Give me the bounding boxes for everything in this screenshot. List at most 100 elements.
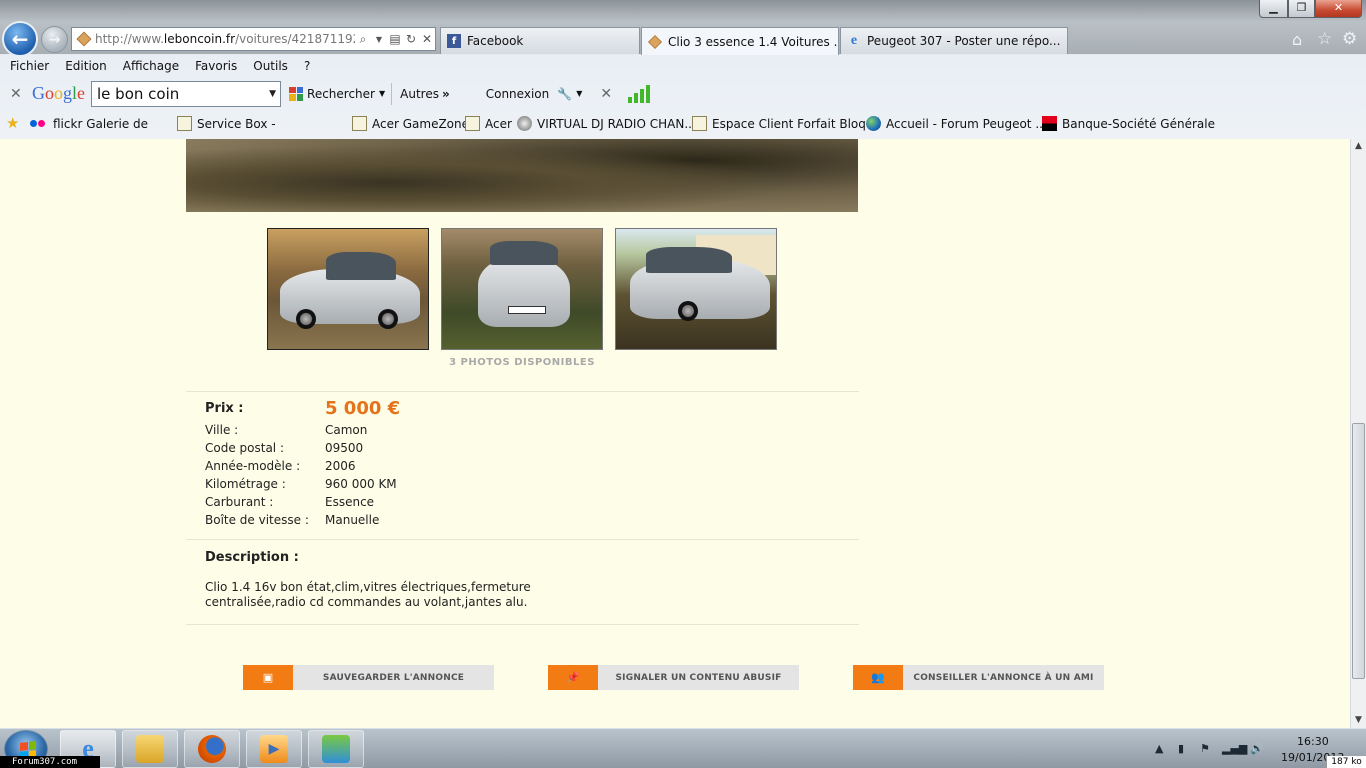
address-bar[interactable]: http://www.leboncoin.fr/voitures/4218711… — [71, 27, 436, 51]
address-url[interactable]: http://www.leboncoin.fr/voitures/4218711… — [95, 32, 355, 46]
size-badge: 187 ko — [1326, 756, 1366, 768]
taskbar-explorer[interactable] — [122, 730, 178, 768]
google-search-box[interactable]: ▼ — [91, 80, 282, 107]
taskbar-media-player[interactable]: ▶ — [246, 730, 302, 768]
car-window — [646, 247, 732, 273]
back-arrow-icon: ← — [11, 27, 29, 51]
car-window — [326, 252, 396, 280]
thumbnail-photo-2[interactable] — [441, 228, 603, 350]
clock-time[interactable]: 16:30 — [1297, 735, 1329, 748]
refresh-icon[interactable]: ↻ — [403, 32, 419, 46]
flickr-icon — [30, 116, 48, 131]
recommend-friend-button[interactable]: 👥 CONSEILLER L'ANNONCE À UN AMI — [853, 665, 1104, 690]
car-body — [478, 257, 570, 327]
car-window — [490, 241, 558, 265]
action-center-flag-icon[interactable]: ⚑ — [1200, 742, 1210, 755]
fav-espace-client[interactable]: Espace Client Forfait Bloqué — [692, 116, 881, 131]
url-domain: leboncoin.fr — [163, 32, 236, 46]
menu-edition[interactable]: Edition — [65, 59, 107, 73]
forward-button[interactable]: → — [41, 26, 68, 53]
fav-service-box[interactable]: Service Box - — [177, 116, 276, 131]
fav-flickr[interactable]: flickr Galerie de — [30, 116, 148, 131]
price-value: 5 000 € — [325, 398, 401, 419]
network-signal-icon[interactable]: ▂▄▆ — [1222, 742, 1247, 755]
taskbar-messenger[interactable] — [308, 730, 364, 768]
save-ad-label: SAUVEGARDER L'ANNONCE — [322, 672, 465, 683]
menu-affichage[interactable]: Affichage — [123, 59, 179, 73]
page-icon — [177, 116, 192, 131]
facebook-icon: f — [447, 34, 461, 48]
stop-icon[interactable]: ✕ — [419, 32, 435, 46]
menu-help[interactable]: ? — [304, 59, 310, 73]
show-hidden-icons-icon[interactable]: ▲ — [1155, 742, 1163, 755]
ie-icon: e — [850, 33, 858, 48]
page-icon — [352, 116, 367, 131]
save-ad-button[interactable]: ▣ SAUVEGARDER L'ANNONCE — [243, 665, 494, 690]
back-button[interactable]: ← — [2, 21, 38, 57]
search-icon[interactable]: ⌕ — [355, 32, 371, 47]
tab-peugeot[interactable]: e Peugeot 307 - Poster une répo... — [840, 27, 1068, 54]
users-icon: 👥 — [853, 665, 903, 690]
detail-value-kilometrage: 960 000 KM — [325, 477, 397, 491]
tools-gear-icon[interactable]: ⚙ — [1342, 29, 1357, 49]
maximize-button[interactable]: ❐ — [1288, 0, 1315, 18]
detail-value-annee: 2006 — [325, 459, 356, 473]
thumbnail-photo-3[interactable] — [615, 228, 777, 350]
wheel — [378, 309, 398, 329]
more-label: Autres — [400, 86, 439, 101]
menu-favoris[interactable]: Favoris — [195, 59, 237, 73]
dropdown-icon[interactable]: ▼ — [371, 35, 387, 44]
report-abuse-button[interactable]: 📌 SIGNALER UN CONTENU ABUSIF — [548, 665, 799, 690]
save-icon: ▣ — [243, 665, 293, 690]
menu-fichier[interactable]: Fichier — [10, 59, 49, 73]
bank-logo-icon — [1042, 116, 1057, 131]
close-icon[interactable]: ✕ — [600, 86, 612, 102]
vertical-scrollbar[interactable]: ▲ ▼ — [1350, 139, 1366, 728]
globe-icon — [866, 116, 881, 131]
fav-label: flickr Galerie de — [53, 116, 149, 131]
recommend-friend-label: CONSEILLER L'ANNONCE À UN AMI — [913, 672, 1094, 683]
scroll-up-arrow-icon[interactable]: ▲ — [1351, 139, 1366, 154]
signin-label: Connexion — [485, 86, 550, 101]
google-search-button[interactable]: Rechercher ▼ — [289, 86, 385, 101]
close-window-button[interactable]: ✕ — [1315, 0, 1362, 18]
minimize-button[interactable]: ▁ — [1259, 0, 1288, 18]
signin-button[interactable]: Connexion — [486, 87, 550, 101]
scroll-thumb[interactable] — [1352, 423, 1365, 679]
description-line: centralisée,radio cd commandes au volant… — [205, 595, 528, 609]
volume-icon[interactable]: 🔊 — [1250, 742, 1264, 755]
tab-facebook[interactable]: f Facebook — [440, 27, 640, 54]
compat-view-icon[interactable]: ▤ — [387, 32, 403, 46]
detail-value-carburant: Essence — [325, 495, 375, 509]
fav-acer[interactable]: Acer — [465, 116, 512, 131]
chevron-down-icon[interactable]: ▼ — [269, 89, 280, 99]
more-button[interactable]: Autres» — [400, 87, 450, 101]
taskbar-firefox[interactable] — [184, 730, 240, 768]
close-toolbar-icon[interactable]: ✕ — [10, 86, 22, 102]
main-car-photo — [186, 139, 858, 212]
wrench-icon[interactable]: 🔧 ▼ — [557, 87, 582, 101]
thumbnail-photo-1[interactable] — [267, 228, 429, 350]
description-text: Clio 1.4 16v bon état,clim,vitres électr… — [205, 580, 565, 610]
divider — [186, 391, 859, 392]
fav-virtual-dj[interactable]: VIRTUAL DJ RADIO CHAN... — [517, 116, 696, 131]
google-search-input[interactable] — [92, 84, 270, 103]
leboncoin-icon — [648, 34, 662, 49]
add-favorite-icon[interactable]: ★ — [6, 116, 26, 131]
fav-label: VIRTUAL DJ RADIO CHAN... — [537, 116, 696, 131]
description-title: Description : — [205, 550, 299, 565]
scroll-down-arrow-icon[interactable]: ▼ — [1351, 713, 1366, 728]
tab-label: Peugeot 307 - Poster une répo... — [867, 34, 1061, 48]
menu-outils[interactable]: Outils — [253, 59, 288, 73]
tab-label: Clio 3 essence 1.4 Voitures ... — [668, 34, 839, 49]
fav-forum-peugeot[interactable]: Accueil - Forum Peugeot ... — [866, 116, 1047, 131]
fav-acer-gamezone[interactable]: Acer GameZone — [352, 116, 469, 131]
detail-value-ville: Camon — [325, 423, 368, 437]
battery-icon[interactable]: ▮ — [1178, 742, 1184, 755]
home-icon[interactable]: ⌂ — [1292, 30, 1302, 49]
wheel — [296, 309, 316, 329]
favorites-star-icon[interactable]: ☆ — [1317, 29, 1332, 49]
divider — [186, 624, 859, 625]
tab-clio[interactable]: Clio 3 essence 1.4 Voitures ... ✕ — [641, 27, 839, 55]
fav-societe-generale[interactable]: Banque-Société Générale — [1042, 116, 1215, 131]
